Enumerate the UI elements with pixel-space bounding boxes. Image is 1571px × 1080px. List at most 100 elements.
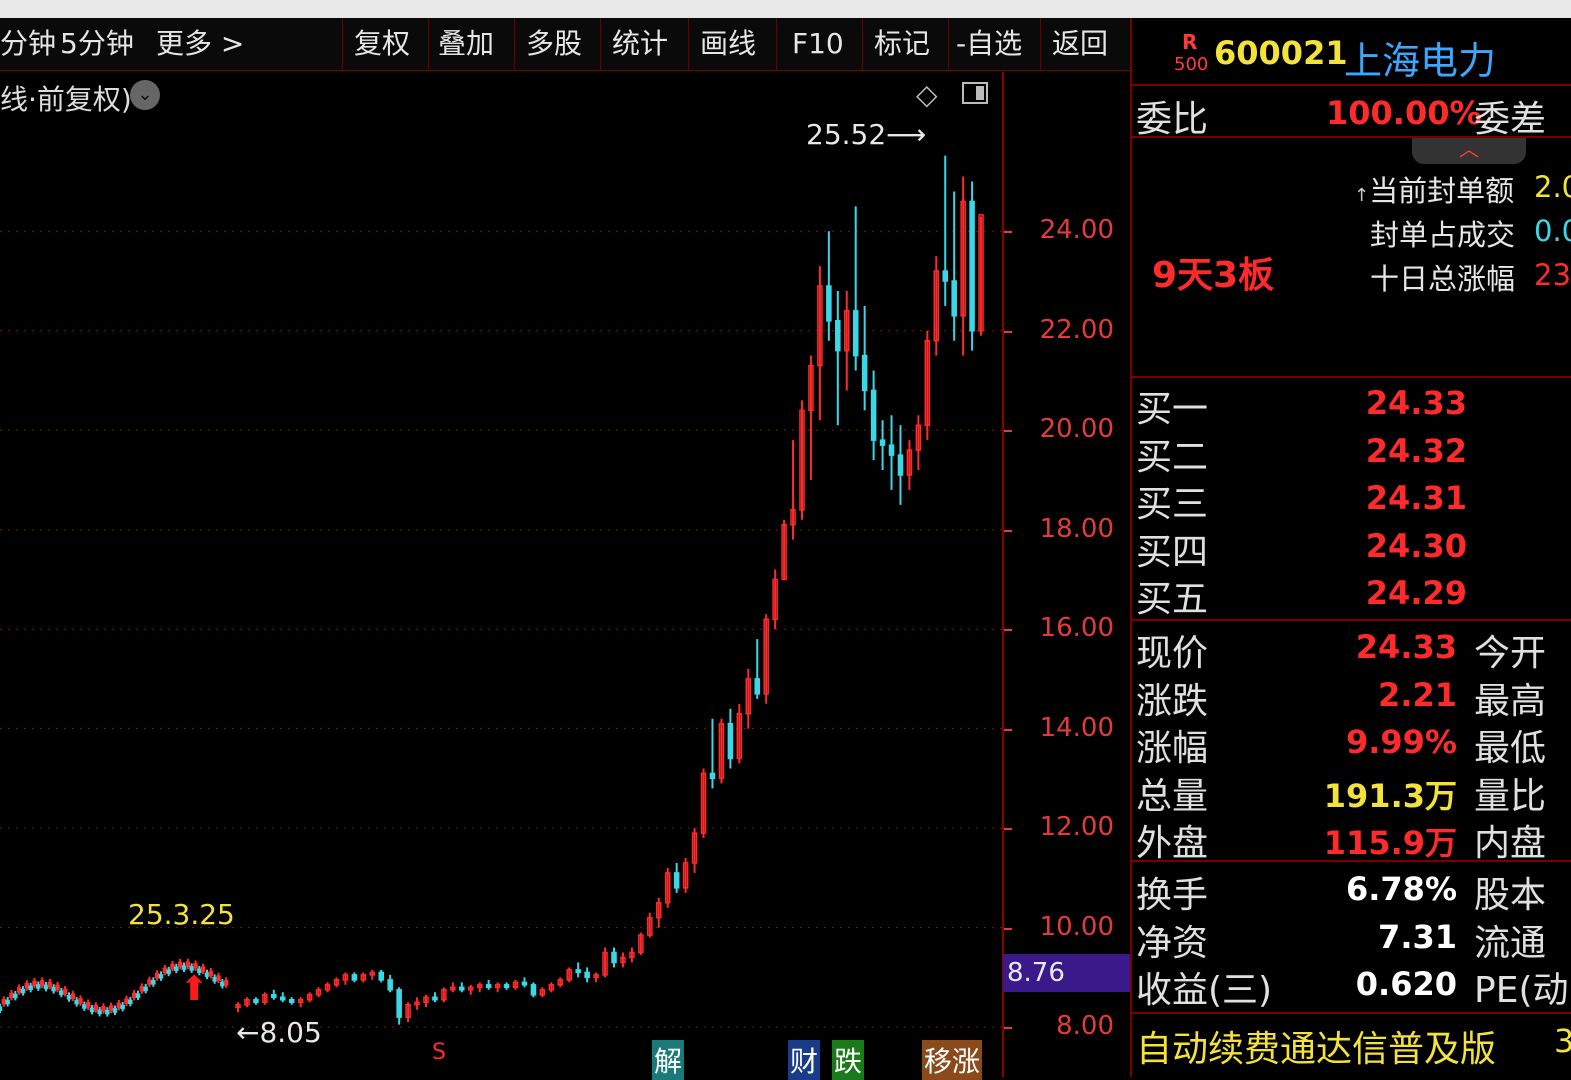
marker-finance[interactable]: 财	[788, 1040, 821, 1080]
candle-body	[852, 310, 859, 357]
candle	[174, 963, 179, 974]
candle	[262, 992, 268, 1005]
candle-body	[59, 990, 64, 996]
candle-body	[387, 979, 393, 991]
price-axis: 24.00 22.00 20.00 18.00 16.00 14.00 12.00 10.00…	[1002, 72, 1130, 1077]
toolbar-f10[interactable]: F10	[792, 18, 844, 70]
candle	[170, 961, 175, 972]
candle	[835, 290, 841, 426]
candle	[108, 1002, 114, 1014]
candle	[387, 974, 393, 993]
toolbar-minute[interactable]: 分钟	[0, 18, 56, 70]
candle	[521, 977, 528, 988]
y-tick-label: 24.00	[1039, 215, 1114, 246]
diamond-icon[interactable]: ◇	[916, 78, 938, 111]
candle	[476, 982, 483, 993]
bid-price: 24.32	[1365, 431, 1467, 470]
candle-body	[942, 270, 949, 282]
candle	[131, 989, 137, 1001]
candle-body	[432, 996, 438, 1001]
toolbar-multistock[interactable]: 多股	[526, 18, 582, 70]
candle	[763, 614, 769, 704]
weibi-value: 100.00%	[1326, 94, 1482, 132]
candle	[32, 977, 37, 989]
candle	[548, 982, 555, 993]
marker-s[interactable]: S	[430, 1040, 448, 1065]
toolbar-watchlist[interactable]: -自选	[956, 18, 1022, 70]
candle	[223, 977, 229, 988]
candle-body	[575, 969, 581, 974]
candle-body	[861, 354, 868, 392]
candle-body	[20, 988, 26, 994]
marker-drop[interactable]: 跌	[832, 1040, 865, 1080]
candle	[315, 987, 322, 998]
collapse-chevron-icon[interactable]: ︿	[1412, 138, 1526, 164]
toolbar-stats[interactable]: 统计	[612, 18, 668, 70]
candle	[244, 997, 250, 1008]
candle	[423, 994, 429, 1008]
toolbar-separator	[600, 18, 601, 70]
low-price-annotation: ←8.05	[236, 1016, 322, 1049]
candle	[235, 1002, 241, 1013]
promo-banner[interactable]: 自动续费通达信普及版	[1136, 1020, 1496, 1072]
ten-day-value: 23	[1534, 258, 1571, 292]
toolbar-back[interactable]: 返回	[1052, 18, 1108, 70]
candle	[772, 569, 778, 630]
candle	[781, 519, 787, 581]
toolbar-overlay[interactable]: 叠加	[438, 18, 494, 70]
candle	[351, 972, 358, 983]
quote-value: 24.33	[1355, 628, 1457, 666]
toolbar-draw[interactable]: 画线	[700, 18, 756, 70]
candle-body	[584, 971, 590, 979]
stat-label-right: 流通	[1474, 922, 1547, 964]
quote-value: 115.9万	[1323, 824, 1457, 862]
candle	[664, 867, 671, 908]
chart-title-fragment: 线·前复权)	[0, 83, 132, 116]
kline-chart[interactable]: 线·前复权) ⌄ ◇ 25.52⟶ ←8.05 25.3.25 ⬆ S 解 财跌 移涨	[0, 72, 1002, 1080]
candle	[432, 992, 438, 1003]
stat-label-right: PE(动	[1474, 970, 1569, 1011]
candle	[360, 972, 367, 983]
candle	[143, 983, 148, 994]
bid-price: 24.29	[1365, 574, 1467, 612]
marker-rise[interactable]: 移涨	[922, 1040, 983, 1080]
candle-body	[271, 994, 277, 999]
candle-body	[5, 999, 10, 1005]
candle	[97, 1006, 102, 1017]
candle	[139, 983, 145, 994]
bid-label: 买五	[1136, 579, 1209, 620]
candle-body	[888, 444, 895, 456]
marker-unlock[interactable]: 解	[652, 1040, 685, 1080]
chevron-down-icon[interactable]: ⌄	[130, 80, 160, 110]
panel-toggle-icon[interactable]	[962, 82, 988, 104]
candle	[212, 974, 217, 984]
y-tick-label: 14.00	[1039, 712, 1114, 743]
badge-r: R	[1182, 30, 1198, 54]
stock-code: 600021	[1214, 34, 1348, 72]
toolbar-mark[interactable]: 标记	[874, 18, 930, 70]
candle	[557, 977, 564, 988]
candle	[503, 982, 510, 990]
y-tick-label: 8.00	[1056, 1011, 1114, 1042]
candle-body	[253, 998, 259, 1003]
candle-body	[120, 1004, 125, 1010]
toolbar-fuquan[interactable]: 复权	[354, 18, 410, 70]
candle	[39, 977, 45, 988]
candle	[459, 982, 465, 993]
toolbar-more[interactable]: 更多 >	[156, 18, 244, 70]
candle	[888, 415, 895, 490]
y-tick-label: 12.00	[1039, 812, 1114, 843]
toolbar-5min[interactable]: 5分钟	[60, 18, 134, 70]
seal-amount-label: ↑当前封单额	[1354, 174, 1515, 208]
axis-line	[1002, 72, 1004, 1077]
candle	[59, 987, 64, 998]
stat-value: 6.78%	[1345, 870, 1457, 908]
candle	[647, 912, 653, 938]
quote-label-right: 量比	[1474, 775, 1547, 817]
stat-label: 净资	[1136, 922, 1209, 964]
candle-body	[879, 439, 886, 446]
toolbar-separator	[862, 18, 863, 70]
candle	[66, 992, 72, 1002]
toolbar-separator	[688, 18, 689, 70]
quote-value: 191.3万	[1323, 776, 1457, 815]
